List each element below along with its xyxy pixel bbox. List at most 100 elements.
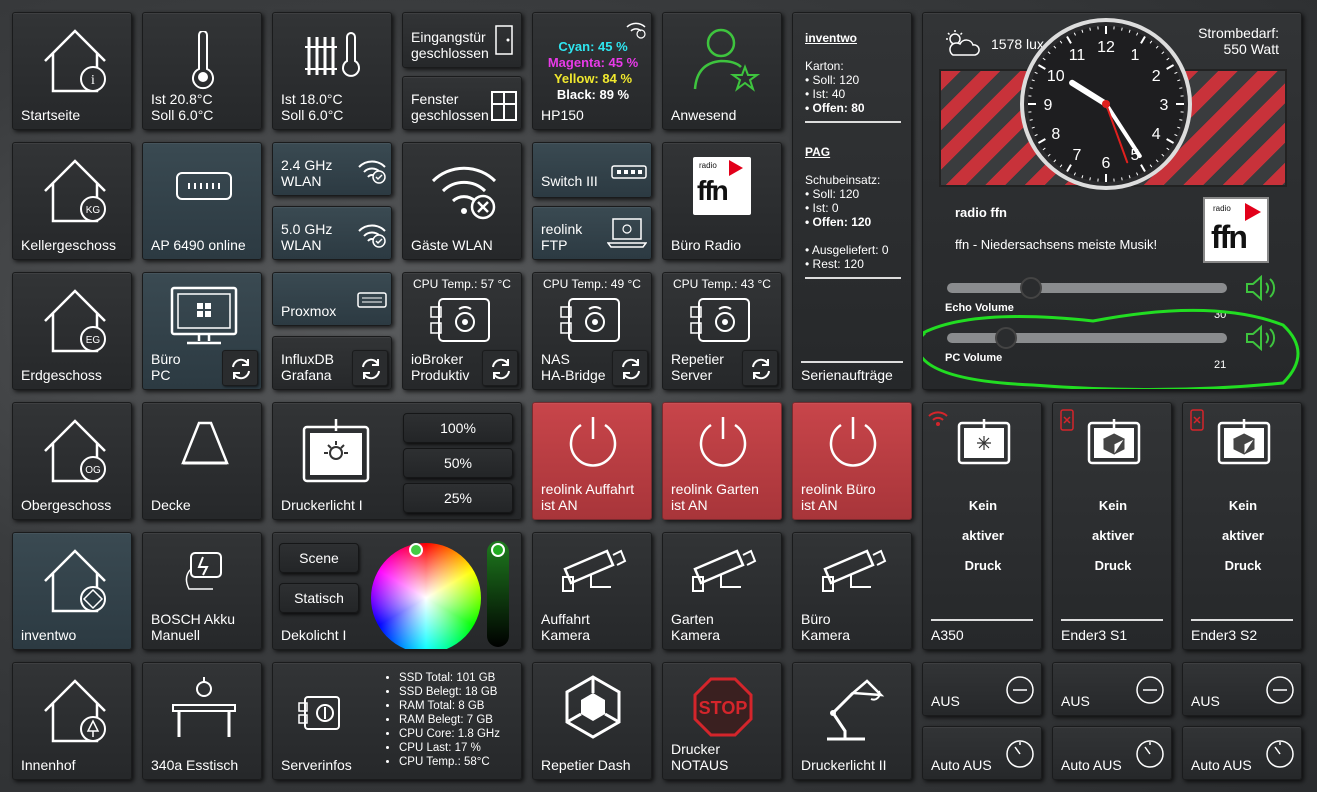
tile-bosch-akku[interactable]: BOSCH Akku Manuell xyxy=(142,532,262,650)
tile-ap6490[interactable]: AP 6490 online xyxy=(142,142,262,260)
svg-text:OG: OG xyxy=(85,465,101,476)
tile-thermostat-1[interactable]: Ist 20.8°C Soll 6.0°C xyxy=(142,12,262,130)
tile-druckerlicht-1[interactable]: Druckerlicht I 100% 50% 25% xyxy=(272,402,522,520)
tile-label: reolink Auffahrt ist AN xyxy=(541,481,635,513)
status-line: Druck xyxy=(1224,558,1262,573)
tile-label: Anwesend xyxy=(671,107,737,123)
status-line: Kein xyxy=(1228,498,1258,513)
server-stat: CPU Last: 17 % xyxy=(399,741,500,755)
timer-icon[interactable] xyxy=(1265,739,1295,769)
color-wheel-handle[interactable] xyxy=(409,543,423,557)
server-stats-list: SSD Total: 101 GB SSD Belegt: 18 GB RAM … xyxy=(399,671,500,769)
svg-text:STOP: STOP xyxy=(699,698,748,718)
raspberry-pi-icon xyxy=(429,295,493,345)
orders-ist: • Ist: 0 xyxy=(805,201,839,215)
tile-reolink-buero[interactable]: reolink Büro ist AN xyxy=(792,402,912,520)
tile-serverinfos[interactable]: Serverinfos SSD Total: 101 GB SSD Belegt… xyxy=(272,662,522,780)
tile-decke[interactable]: Decke xyxy=(142,402,262,520)
charger-icon xyxy=(183,549,227,593)
tile-buero-radio[interactable]: radio ffn Büro Radio xyxy=(662,142,782,260)
dim-50-button[interactable]: 50% xyxy=(403,448,513,478)
tile-iobroker[interactable]: CPU Temp.: 57 °C ioBroker Produktiv xyxy=(402,272,522,390)
tile-hp150[interactable]: Cyan: 45 % Magenta: 45 % Yellow: 84 % Bl… xyxy=(532,12,652,130)
minus-circle-icon[interactable] xyxy=(1005,675,1035,705)
desk-lamp-icon xyxy=(819,673,889,743)
raspberry-pi-icon xyxy=(559,295,623,345)
printer-light-icon xyxy=(301,417,371,483)
tile-reolink-garten[interactable]: reolink Garten ist AN xyxy=(662,402,782,520)
tile-autoaus-a350[interactable]: Auto AUS xyxy=(922,726,1042,780)
door-icon xyxy=(495,25,513,55)
speaker-icon[interactable] xyxy=(1245,275,1279,301)
tile-wlan-50[interactable]: 5.0 GHz WLAN xyxy=(272,206,392,260)
tile-notaus[interactable]: STOP Drucker NOTAUS xyxy=(662,662,782,780)
tile-switch3[interactable]: Switch III xyxy=(532,142,652,198)
tile-proxmox[interactable]: Proxmox xyxy=(272,272,392,326)
clock-number: 11 xyxy=(1069,47,1086,64)
tile-startseite[interactable]: i Startseite xyxy=(12,12,132,130)
tile-label: 2.4 GHz WLAN xyxy=(281,157,333,189)
tile-nas[interactable]: CPU Temp.: 49 °C NAS HA-Bridge xyxy=(532,272,652,390)
tile-aus-ender2[interactable]: AUS xyxy=(1182,662,1302,716)
tile-inventwo[interactable]: inventwo xyxy=(12,532,132,650)
orders-pag-title: PAG xyxy=(805,145,831,159)
refresh-button[interactable] xyxy=(742,350,778,386)
ceiling-lamp-icon xyxy=(175,419,235,469)
refresh-button[interactable] xyxy=(352,350,388,386)
orders-schub: Schubeinsatz: xyxy=(805,173,881,187)
tile-influxdb[interactable]: InfluxDB Grafana xyxy=(272,336,392,390)
house-tree-icon xyxy=(41,673,111,745)
minus-circle-icon[interactable] xyxy=(1135,675,1165,705)
tile-cam-auffahrt[interactable]: Auffahrt Kamera xyxy=(532,532,652,650)
refresh-button[interactable] xyxy=(612,350,648,386)
tile-label: Serienaufträge xyxy=(801,367,893,383)
tile-dekolicht[interactable]: Scene Statisch Dekolicht I xyxy=(272,532,522,650)
tile-eingangstuer[interactable]: Eingangstür geschlossen xyxy=(402,12,522,68)
brightness-slider-handle[interactable] xyxy=(491,543,505,557)
clock-number: 1 xyxy=(1131,47,1140,64)
tile-buero-pc[interactable]: Büro PC xyxy=(142,272,262,390)
tile-anwesend[interactable]: Anwesend xyxy=(662,12,782,130)
statisch-button[interactable]: Statisch xyxy=(279,583,359,613)
echo-volume-handle[interactable] xyxy=(1020,277,1042,299)
tile-cam-garten[interactable]: Garten Kamera xyxy=(662,532,782,650)
tile-innenhof[interactable]: Innenhof xyxy=(12,662,132,780)
scene-button[interactable]: Scene xyxy=(279,543,359,573)
tile-label: Auffahrt Kamera xyxy=(541,611,591,643)
tile-wlan-24[interactable]: 2.4 GHz WLAN xyxy=(272,142,392,196)
tile-autoaus-ender2[interactable]: Auto AUS xyxy=(1182,726,1302,780)
refresh-button[interactable] xyxy=(482,350,518,386)
color-wheel[interactable] xyxy=(371,543,481,649)
tile-aus-a350[interactable]: AUS xyxy=(922,662,1042,716)
tile-printer-ender1[interactable]: Kein aktiver Druck Ender3 S1 xyxy=(1052,402,1172,650)
timer-icon[interactable] xyxy=(1135,739,1165,769)
tile-cam-buero[interactable]: Büro Kamera xyxy=(792,532,912,650)
tile-label: reolink Garten ist AN xyxy=(671,481,759,513)
tile-thermostat-2[interactable]: Ist 18.0°C Soll 6.0°C xyxy=(272,12,392,130)
tile-fenster[interactable]: Fenster geschlossen xyxy=(402,76,522,130)
tile-erdgeschoss[interactable]: EG Erdgeschoss xyxy=(12,272,132,390)
cpu-temp: CPU Temp.: 43 °C xyxy=(673,277,771,291)
tile-reolink-auffahrt[interactable]: reolink Auffahrt ist AN xyxy=(532,402,652,520)
tile-druckerlicht-2[interactable]: Druckerlicht II xyxy=(792,662,912,780)
tile-printer-ender2[interactable]: Kein aktiver Druck Ender3 S2 xyxy=(1182,402,1302,650)
dim-100-button[interactable]: 100% xyxy=(403,413,513,443)
dim-25-button[interactable]: 25% xyxy=(403,483,513,513)
tile-aus-ender1[interactable]: AUS xyxy=(1052,662,1172,716)
tile-label: Decke xyxy=(151,497,191,513)
tile-printer-a350[interactable]: Kein aktiver Druck A350 xyxy=(922,402,1042,650)
tile-gaeste-wlan[interactable]: Gäste WLAN xyxy=(402,142,522,260)
tile-repetier-server[interactable]: CPU Temp.: 43 °C Repetier Server xyxy=(662,272,782,390)
tile-esstisch[interactable]: 340a Esstisch xyxy=(142,662,262,780)
orders-inventwo-title: inventwo xyxy=(805,31,858,45)
tile-reolink-ftp[interactable]: reolink FTP xyxy=(532,206,652,260)
refresh-button[interactable] xyxy=(222,350,258,386)
tile-autoaus-ender1[interactable]: Auto AUS xyxy=(1052,726,1172,780)
echo-volume-slider[interactable] xyxy=(947,277,1227,299)
tile-kellergeschoss[interactable]: KG Kellergeschoss xyxy=(12,142,132,260)
tile-repetier-dash[interactable]: Repetier Dash xyxy=(532,662,652,780)
minus-circle-icon[interactable] xyxy=(1265,675,1295,705)
tile-label: BOSCH Akku Manuell xyxy=(151,611,236,643)
tile-obergeschoss[interactable]: OG Obergeschoss xyxy=(12,402,132,520)
timer-icon[interactable] xyxy=(1005,739,1035,769)
